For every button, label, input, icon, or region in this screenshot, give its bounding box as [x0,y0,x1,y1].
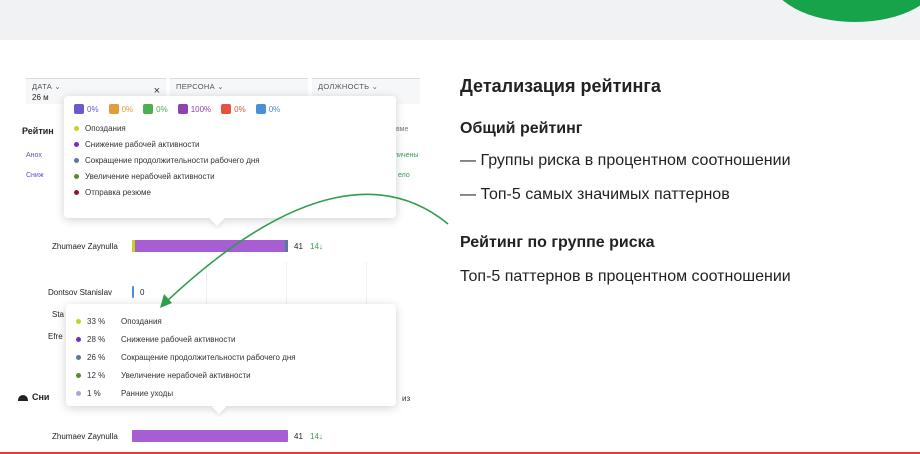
employee-name[interactable]: Zhumaev Zaynulla [52,432,118,441]
legend-percent: 1 % [87,388,101,398]
legend-label: Увеличение нерабочей активности [121,370,251,380]
right-label-2: личены [394,152,419,159]
rating-value: 41 [294,432,303,441]
person-filter-label: ПЕРСОНА [176,82,215,91]
rating-trend: 14↓ [310,242,323,251]
legend-dot [74,173,79,179]
pattern-metric: 0% [74,104,99,114]
row-label-anomaly: Анох [26,152,42,159]
bullet-line: — Группы риска в процентном соотношении [460,152,791,169]
section-2-right-label: из [402,394,411,403]
employee-name[interactable]: Zhumaev Zaynulla [52,242,118,251]
legend-dot [74,125,79,131]
legend-item: Опоздания [74,120,386,136]
employee-name[interactable]: Efre [48,332,63,341]
legend-percent: 33 % [87,316,106,326]
legend-item: Увеличение нерабочей активности [74,168,386,184]
legend-label: Сокращение продолжительности рабочего дн… [121,352,296,362]
right-label-1: вме [396,126,409,133]
pattern-metric: 0% [221,104,246,114]
position-filter-label: ДОЛЖНОСТЬ [318,82,370,91]
legend-percent: 28 % [87,334,106,344]
legend-item: 12 % Увеличение нерабочей активности [76,366,386,384]
speedometer-icon [18,394,28,401]
pattern-metric-value: 0% [268,104,281,114]
speedometer-icon [177,104,188,114]
legend-label: Опоздания [121,316,162,326]
legend-label: Отправка резюме [85,187,151,197]
rating-bar[interactable] [132,286,134,298]
date-filter-label: ДАТА [32,82,53,91]
top-band [0,0,920,40]
row-label-decrease: Сниж [26,172,44,179]
legend-label: Снижение рабочей активности [85,139,200,149]
bullet-line: Топ-5 паттернов в процентном соотношении [460,268,791,285]
bullet-line: — Топ-5 самых значимых паттернов [460,186,730,203]
usb-icon [74,104,84,114]
legend-item: Отправка резюме [74,184,386,200]
section-2-heading: Сни [18,392,49,402]
section-heading-risk: Рейтинг по группе риска [460,234,655,251]
rating-bar[interactable] [132,430,288,442]
legend-label: Снижение рабочей активности [121,334,236,344]
employee-name[interactable]: Sta [52,310,64,319]
legend-item: 33 % Опоздания [76,312,386,330]
pattern-metric-value: 0% [121,104,134,114]
pattern-metric: 0% [255,104,281,114]
pattern-metric: 100% [177,104,212,114]
legend-dot [76,372,81,378]
pattern-metric: 0% [143,104,168,114]
pattern-metric: 0% [108,104,134,114]
right-label-3: ело [398,172,410,179]
rating-heading: Рейтин [22,126,54,136]
legend-label: Ранние уходы [121,388,174,398]
rating-value: 41 [294,242,303,251]
pattern-legend: Опоздания Снижение рабочей активности Сокр… [74,120,386,200]
rating-bar[interactable] [132,240,288,252]
legend-dot [74,189,79,195]
legend-percent: 26 % [87,352,106,362]
legend-dot [74,141,79,147]
slide-title: Детализация рейтинга [460,76,661,96]
legend-dot [76,336,81,342]
pattern-icons-row: 0% 0% 0% 100% 0% 0% [74,104,386,114]
people-icon [255,104,266,114]
pattern-metric-value: 0% [87,104,99,114]
legend-item: 26 % Сокращение продолжительности рабочег… [76,348,386,366]
legend-item: 28 % Снижение рабочей активности [76,330,386,348]
employee-name[interactable]: Dontsov Stanislav [48,288,112,297]
legend-item: Сокращение продолжительности рабочего дн… [74,152,386,168]
risk-group-legend: 33 % Опоздания 28 % Снижение рабочей активн… [76,312,386,402]
megaphone-icon [143,104,154,114]
legend-dot [76,354,81,360]
legend-label: Опоздания [85,123,126,133]
pattern-metric-value: 100% [190,104,212,114]
document-icon [108,104,119,114]
section-heading-overall: Общий рейтинг [460,120,583,137]
network-icon [221,104,232,114]
dashboard-screenshot: ДАТА ⌄ 26 м × ПЕРСОНА ⌄ ДОЛЖНОСТЬ ⌄ Рейт… [18,66,420,452]
legend-item: Снижение рабочей активности [74,136,386,152]
legend-dot [76,318,81,324]
rating-trend: 14↓ [310,432,323,441]
risk-group-tooltip: 33 % Опоздания 28 % Снижение рабочей активн… [66,304,396,406]
pattern-metric-value: 0% [234,104,246,114]
legend-dot [76,390,81,396]
legend-label: Сокращение продолжительности рабочего дн… [85,155,260,165]
legend-percent: 12 % [87,370,106,380]
pattern-tooltip: 0% 0% 0% 100% 0% 0% Опоздания Снижение рабочей… [64,96,396,218]
legend-item: 1 % Ранние уходы [76,384,386,402]
legend-label: Увеличение нерабочей активности [85,171,215,181]
rating-value: 0 [140,288,145,297]
legend-dot [74,157,79,163]
pattern-metric-value: 0% [156,104,168,114]
